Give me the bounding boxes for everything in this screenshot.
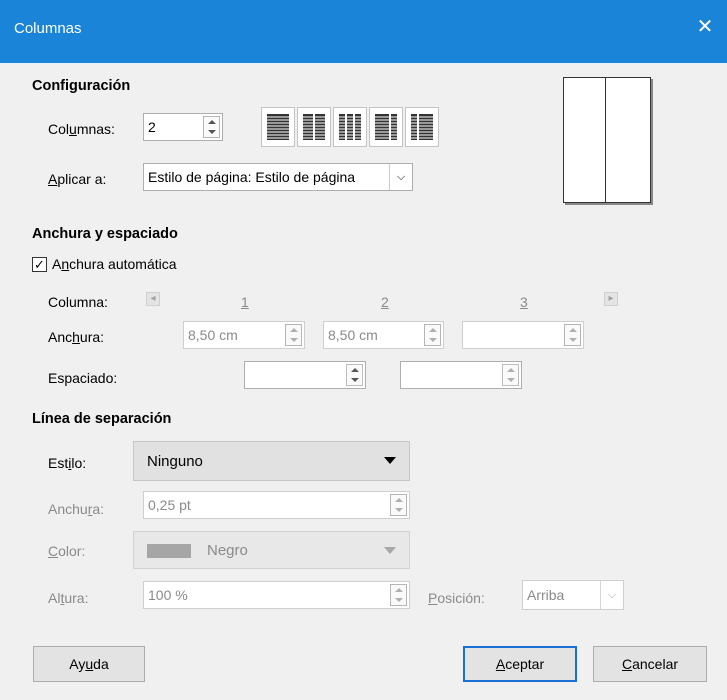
line-width-field[interactable]: 0,25 pt bbox=[143, 491, 410, 519]
caret-down-icon bbox=[384, 457, 396, 464]
columns-value[interactable]: 2 bbox=[148, 119, 156, 135]
column-number-2: 2 bbox=[381, 294, 389, 310]
style-label: Estilo: bbox=[48, 455, 87, 471]
position-value: Arriba bbox=[527, 587, 565, 603]
spacing-2-3-field[interactable] bbox=[400, 361, 522, 389]
column-2-width-field[interactable]: 8,50 cm bbox=[323, 321, 444, 349]
preview-column-divider bbox=[605, 78, 606, 202]
spacing-1-2-field[interactable] bbox=[244, 361, 366, 389]
title-bar bbox=[0, 0, 727, 63]
columns-spinbox[interactable]: 2 bbox=[143, 113, 223, 141]
line-height-spin[interactable] bbox=[390, 584, 407, 606]
ok-button[interactable]: Aceptar bbox=[463, 646, 577, 682]
window-title: Columnas bbox=[14, 20, 82, 37]
apply-to-select[interactable]: Estilo de página: Estilo de página ⌵ bbox=[143, 163, 413, 191]
column-2-width-value: 8,50 cm bbox=[328, 327, 378, 343]
column-label: Columna: bbox=[48, 294, 108, 310]
line-height-field[interactable]: 100 % bbox=[143, 581, 410, 609]
config-heading: Configuración bbox=[32, 78, 131, 94]
column-3-width-field[interactable] bbox=[462, 321, 584, 349]
chevron-down-icon[interactable]: ⌵ bbox=[600, 581, 623, 609]
column-number-1: 1 bbox=[241, 294, 249, 310]
width-label: Anchura: bbox=[48, 329, 105, 345]
line-width-value: 0,25 pt bbox=[148, 497, 191, 513]
close-icon[interactable]: ✕ bbox=[692, 14, 718, 40]
line-color-value: Negro bbox=[207, 542, 248, 559]
line-height-value: 100 % bbox=[148, 587, 188, 603]
width-spacing-heading: Anchura y espaciado bbox=[32, 226, 178, 242]
auto-width-checkbox[interactable]: ✓ bbox=[32, 257, 47, 272]
line-color-select[interactable]: Negro bbox=[133, 531, 410, 569]
line-style-select[interactable]: Ninguno bbox=[133, 441, 410, 481]
cancel-button[interactable]: Cancelar bbox=[593, 646, 707, 682]
color-swatch bbox=[147, 544, 191, 558]
chevron-down-icon[interactable]: ⌵ bbox=[389, 164, 412, 190]
preset-2-columns-button[interactable] bbox=[297, 107, 331, 147]
column-1-width-field[interactable]: 8,50 cm bbox=[183, 321, 305, 349]
spacing-label: Espaciado: bbox=[48, 370, 118, 386]
auto-width-label[interactable]: Anchura automática bbox=[52, 256, 177, 272]
line-style-value: Ninguno bbox=[147, 453, 203, 470]
preset-right-wide-button[interactable] bbox=[405, 107, 439, 147]
height-label: Altura: bbox=[48, 590, 89, 606]
preset-3-columns-button[interactable] bbox=[333, 107, 367, 147]
apply-to-label: Aplicar a: bbox=[48, 171, 107, 187]
separator-heading: Línea de separación bbox=[32, 411, 172, 427]
arrow-left-icon[interactable]: ◂ bbox=[146, 292, 160, 306]
columns-label: Columnas: bbox=[48, 121, 115, 137]
column-1-width-value: 8,50 cm bbox=[188, 327, 238, 343]
color-label: Color: bbox=[48, 543, 86, 559]
line-width-label: Anchura: bbox=[48, 501, 105, 517]
column-2-width-spin[interactable] bbox=[424, 324, 441, 346]
preset-1-column-button[interactable] bbox=[261, 107, 295, 147]
spacing-1-2-spin[interactable] bbox=[346, 364, 363, 386]
page-preview bbox=[563, 77, 651, 203]
column-3-width-spin[interactable] bbox=[564, 324, 581, 346]
columns-spin-buttons[interactable] bbox=[203, 116, 220, 138]
apply-to-value: Estilo de página: Estilo de página bbox=[148, 169, 356, 185]
arrow-right-icon[interactable]: ▸ bbox=[604, 292, 618, 306]
column-1-width-spin[interactable] bbox=[285, 324, 302, 346]
caret-down-icon bbox=[384, 547, 396, 554]
column-number-3: 3 bbox=[520, 294, 528, 310]
line-width-spin[interactable] bbox=[390, 494, 407, 516]
preset-left-wide-button[interactable] bbox=[369, 107, 403, 147]
help-button[interactable]: Ayuda bbox=[33, 646, 145, 682]
position-select[interactable]: Arriba ⌵ bbox=[522, 580, 624, 610]
position-label: Posición: bbox=[428, 590, 485, 606]
spacing-2-3-spin[interactable] bbox=[502, 364, 519, 386]
